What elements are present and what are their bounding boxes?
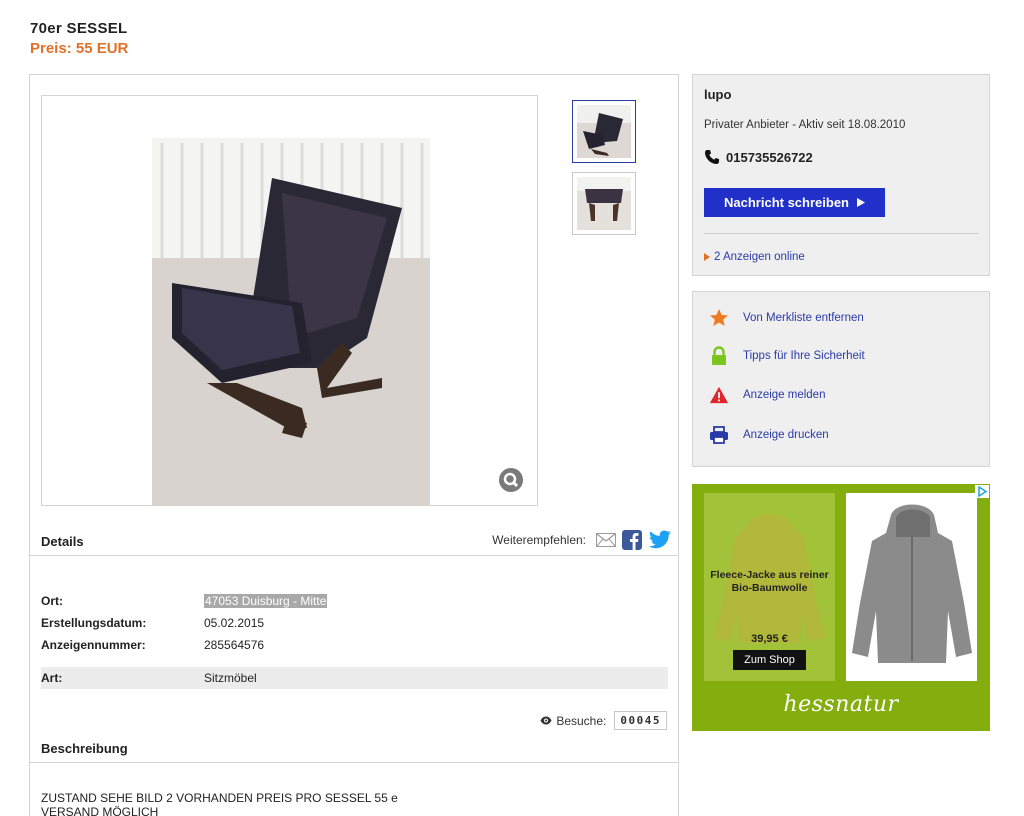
advertisement-banner[interactable]: Fleece-Jacke aus reiner Bio-Baumwolle 39… (692, 484, 990, 731)
ad-choices-icon[interactable] (975, 485, 989, 498)
more-ads-link[interactable]: 2 Anzeigen online (704, 251, 805, 263)
details-heading: Details (41, 534, 84, 549)
listing-price: Preis: 55 EUR (30, 40, 129, 57)
description-line: ZUSTAND SEHE BILD 2 VORHANDEN PREIS PRO … (41, 791, 398, 805)
seller-phone[interactable]: 015735526722 (704, 149, 813, 165)
seller-since: Privater Anbieter - Aktiv seit 18.08.201… (704, 119, 906, 131)
details-header: Details Weiterempfehlen: (30, 526, 678, 556)
detail-label: Erstellungsdatum: (41, 616, 147, 630)
action-label[interactable]: Tipps für Ihre Sicherheit (743, 350, 865, 362)
phone-number: 015735526722 (726, 149, 813, 165)
visits-count: 00045 (614, 711, 667, 730)
phone-icon (705, 150, 719, 164)
zoom-icon[interactable] (499, 468, 523, 492)
main-photo[interactable] (152, 138, 430, 506)
twitter-icon[interactable] (648, 530, 672, 550)
detail-row-category: Art: Sitzmöbel (41, 667, 668, 689)
description-header: Beschreibung (30, 733, 678, 763)
ad-price: 39,95 € (751, 633, 788, 645)
thumbnail-1[interactable] (572, 100, 636, 163)
listing-title: 70er SESSEL (30, 20, 128, 37)
detail-label: Anzeigennummer: (41, 638, 146, 652)
ad-shop-button[interactable]: Zum Shop (733, 650, 806, 670)
listing-main-panel: Details Weiterempfehlen: Ort: 47053 Duis… (29, 74, 679, 816)
printer-icon (710, 426, 728, 444)
visits-counter: Besuche: 00045 (540, 711, 667, 730)
action-safety-tips[interactable]: Tipps für Ihre Sicherheit (709, 346, 865, 366)
detail-value: 05.02.2015 (204, 616, 265, 630)
hoodie-image (852, 504, 972, 663)
location-value: 47053 Duisburg - Mitte (204, 594, 328, 608)
send-message-label: Nachricht schreiben (724, 195, 849, 210)
share-bar: Weiterempfehlen: (492, 530, 672, 550)
description-line: VERSAND MÖGLICH (41, 805, 159, 816)
facebook-icon[interactable] (622, 530, 642, 550)
star-icon (710, 309, 728, 326)
divider (704, 233, 979, 234)
ad-product-image[interactable] (846, 493, 977, 681)
detail-value: 285564576 (204, 638, 265, 652)
ad-jacket-panel[interactable]: Fleece-Jacke aus reiner Bio-Baumwolle 39… (704, 493, 835, 681)
seller-box: lupo Privater Anbieter - Aktiv seit 18.0… (692, 74, 990, 276)
lock-icon (712, 346, 726, 365)
action-watchlist[interactable]: Von Merkliste entfernen (709, 308, 864, 328)
action-print[interactable]: Anzeige drucken (709, 425, 829, 445)
email-share-icon[interactable] (596, 533, 616, 547)
action-label[interactable]: Von Merkliste entfernen (743, 312, 864, 324)
main-photo-frame[interactable] (41, 95, 538, 506)
action-label[interactable]: Anzeige melden (743, 389, 825, 401)
detail-row-date: Erstellungsdatum: 05.02.2015 (41, 612, 668, 634)
arrow-right-icon (704, 253, 710, 261)
action-label[interactable]: Anzeige drucken (743, 429, 829, 441)
play-arrow-icon (857, 198, 865, 207)
detail-label: Ort: (41, 594, 63, 608)
share-label: Weiterempfehlen: (492, 533, 586, 547)
detail-row-ad-number: Anzeigennummer: 285564576 (41, 634, 668, 656)
description-heading: Beschreibung (41, 741, 128, 756)
ad-brand-logo: hessnatur (783, 692, 899, 717)
thumbnail-2[interactable] (572, 172, 636, 235)
category-link[interactable]: Sitzmöbel (204, 667, 257, 689)
seller-name[interactable]: lupo (704, 87, 731, 102)
eye-icon (540, 716, 552, 725)
ad-headline: Fleece-Jacke aus reiner Bio-Baumwolle (710, 569, 829, 594)
visits-label: Besuche: (556, 713, 607, 728)
more-ads-label[interactable]: 2 Anzeigen online (714, 251, 805, 263)
description-text: ZUSTAND SEHE BILD 2 VORHANDEN PREIS PRO … (41, 791, 398, 816)
actions-box: Von Merkliste entfernen Tipps für Ihre S… (692, 291, 990, 467)
detail-label: Art: (41, 671, 63, 685)
action-report[interactable]: Anzeige melden (709, 385, 825, 405)
detail-row-location: Ort: 47053 Duisburg - Mitte (41, 590, 668, 612)
send-message-button[interactable]: Nachricht schreiben (704, 188, 885, 217)
warning-icon (709, 386, 729, 404)
